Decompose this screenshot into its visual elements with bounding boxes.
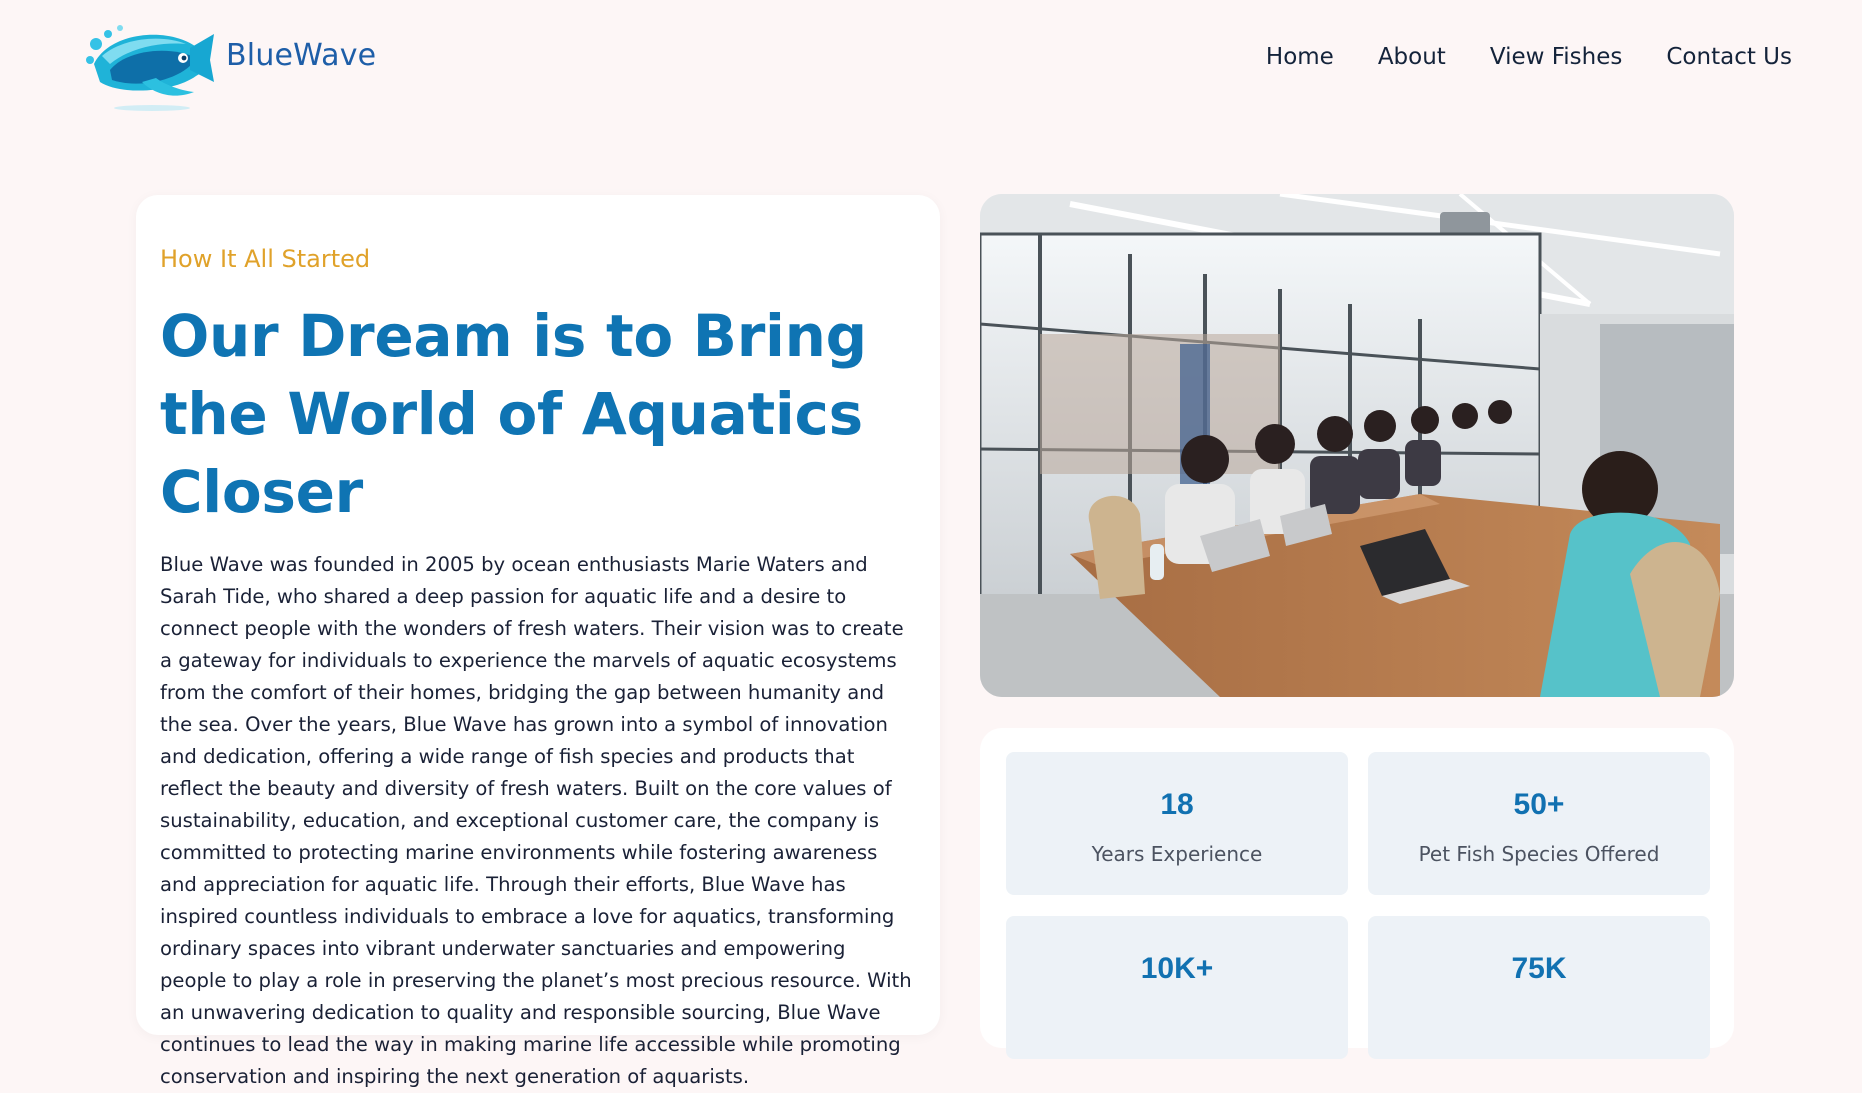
- section-eyebrow: How It All Started: [160, 245, 371, 273]
- fish-logo-icon[interactable]: [82, 20, 216, 116]
- stat-label: Years Experience: [1091, 842, 1263, 866]
- nav-contact-us[interactable]: Contact Us: [1666, 44, 1792, 70]
- nav-about[interactable]: About: [1378, 44, 1446, 70]
- stat-tile-fish-sold: 75K: [1368, 916, 1710, 1059]
- story-card: How It All Started Our Dream is to Bring…: [136, 195, 940, 1088]
- brand-name[interactable]: BlueWave: [226, 38, 376, 73]
- team-meeting-photo: [980, 194, 1734, 697]
- stat-value: 50+: [1513, 788, 1565, 821]
- nav-home[interactable]: Home: [1266, 44, 1334, 70]
- stats-card: 18 Years Experience 50+ Pet Fish Species…: [980, 728, 1734, 1059]
- stat-tile-years: 18 Years Experience: [1006, 752, 1348, 895]
- stat-value: 18: [1160, 788, 1194, 821]
- site-header: BlueWave Home About View Fishes Contact …: [0, 0, 1862, 120]
- story-paragraph: Blue Wave was founded in 2005 by ocean e…: [160, 553, 912, 1088]
- stat-value: 10K+: [1140, 952, 1214, 985]
- stat-tile-species: 50+ Pet Fish Species Offered: [1368, 752, 1710, 895]
- stat-label: Pet Fish Species Offered: [1418, 842, 1660, 866]
- page-headline: Our Dream is to Bring the World of Aquat…: [160, 302, 867, 526]
- stat-tile-customers: 10K+: [1006, 916, 1348, 1059]
- stat-value: 75K: [1511, 952, 1567, 985]
- nav-view-fishes[interactable]: View Fishes: [1490, 44, 1623, 70]
- main-nav: Home About View Fishes Contact Us: [1266, 44, 1792, 70]
